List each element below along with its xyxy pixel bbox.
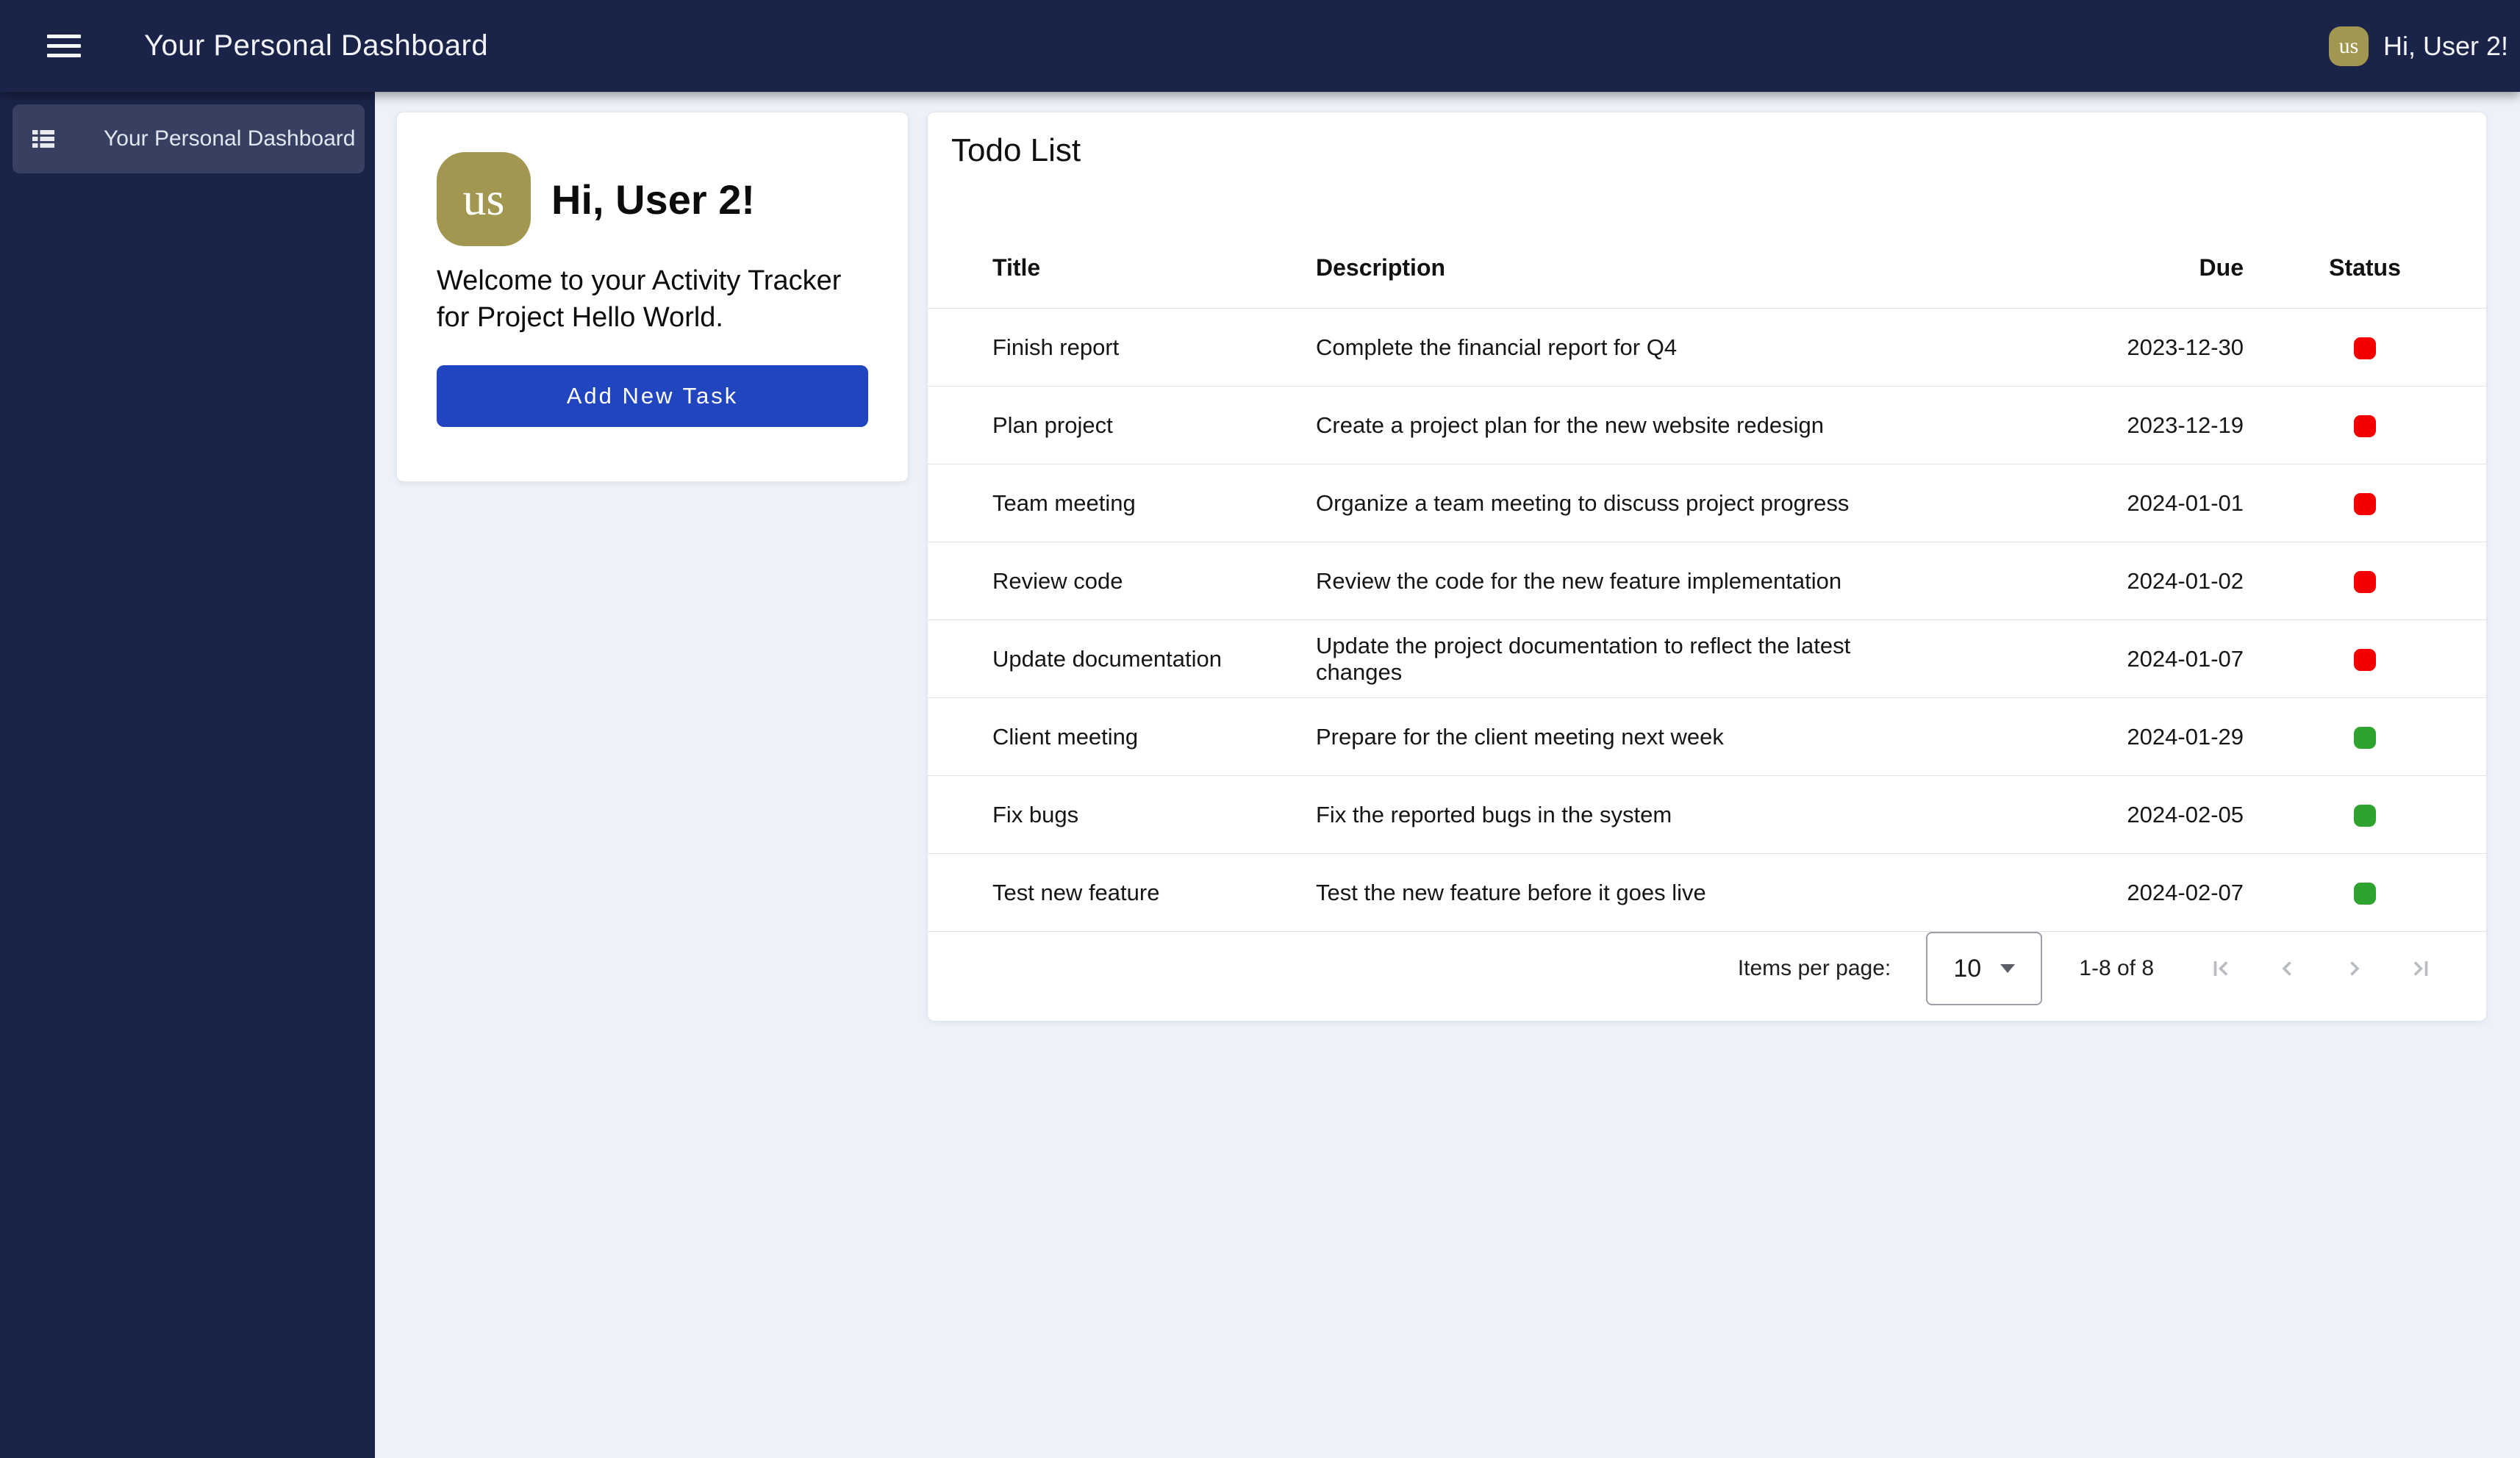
page-title: Your Personal Dashboard bbox=[144, 29, 488, 62]
hamburger-icon bbox=[47, 35, 81, 38]
page-range-label: 1-8 of 8 bbox=[2079, 956, 2154, 981]
welcome-heading: Hi, User 2! bbox=[551, 176, 755, 223]
todo-table: Title Description Due Status Finish repo… bbox=[928, 179, 2486, 932]
status-indicator bbox=[2354, 415, 2376, 437]
last-page-icon bbox=[2408, 956, 2433, 981]
table-row: Client meeting Prepare for the client me… bbox=[928, 698, 2486, 776]
table-row: Plan project Create a project plan for t… bbox=[928, 387, 2486, 464]
topbar: Your Personal Dashboard us Hi, User 2! bbox=[0, 0, 2520, 92]
table-row: Test new feature Test the new feature be… bbox=[928, 854, 2486, 932]
chevron-left-icon bbox=[2275, 956, 2300, 981]
welcome-card: us Hi, User 2! Welcome to your Activity … bbox=[396, 112, 909, 482]
add-new-task-button[interactable]: Add New Task bbox=[437, 365, 868, 427]
last-page-button[interactable] bbox=[2402, 951, 2438, 986]
column-header-description: Description bbox=[1316, 179, 1935, 309]
items-per-page-label: Items per page: bbox=[1738, 956, 1891, 981]
user-avatar-large: us bbox=[437, 152, 531, 246]
column-header-title: Title bbox=[928, 179, 1316, 309]
chevron-right-icon bbox=[2341, 956, 2366, 981]
todo-card: Todo List Title Description Due Status F… bbox=[927, 112, 2487, 1021]
user-avatar: us bbox=[2329, 26, 2369, 66]
triangle-down-icon bbox=[2000, 964, 2015, 973]
table-row: Update documentation Update the project … bbox=[928, 620, 2486, 698]
page-size-select[interactable]: 10 bbox=[1926, 932, 2042, 1005]
todo-list-title: Todo List bbox=[951, 134, 2486, 167]
list-icon bbox=[30, 126, 57, 152]
first-page-icon bbox=[2209, 956, 2234, 981]
welcome-message: Welcome to your Activity Tracker for Pro… bbox=[437, 262, 868, 336]
sidebar: Your Personal Dashboard bbox=[0, 92, 375, 1458]
page-size-value: 10 bbox=[1953, 955, 1981, 983]
column-header-status: Status bbox=[2244, 179, 2486, 309]
previous-page-button[interactable] bbox=[2270, 951, 2305, 986]
main-content: us Hi, User 2! Welcome to your Activity … bbox=[375, 92, 2520, 1458]
todo-table-body: Finish report Complete the financial rep… bbox=[928, 309, 2486, 932]
table-row: Team meeting Organize a team meeting to … bbox=[928, 464, 2486, 542]
table-row: Fix bugs Fix the reported bugs in the sy… bbox=[928, 776, 2486, 854]
status-indicator bbox=[2354, 571, 2376, 593]
sidebar-item-dashboard[interactable]: Your Personal Dashboard bbox=[12, 104, 365, 173]
table-row: Finish report Complete the financial rep… bbox=[928, 309, 2486, 387]
user-greeting: Hi, User 2! bbox=[2383, 31, 2508, 62]
status-indicator bbox=[2354, 883, 2376, 905]
next-page-button[interactable] bbox=[2336, 951, 2372, 986]
first-page-button[interactable] bbox=[2204, 951, 2239, 986]
table-header-row: Title Description Due Status bbox=[928, 179, 2486, 309]
table-row: Review code Review the code for the new … bbox=[928, 542, 2486, 620]
column-header-due: Due bbox=[1935, 179, 2244, 309]
menu-button[interactable] bbox=[47, 29, 82, 64]
status-indicator bbox=[2354, 805, 2376, 827]
status-indicator bbox=[2354, 727, 2376, 749]
sidebar-item-label: Your Personal Dashboard bbox=[104, 126, 355, 151]
paginator: Items per page: 10 1-8 of 8 bbox=[928, 932, 2486, 1005]
status-indicator bbox=[2354, 493, 2376, 515]
status-indicator bbox=[2354, 337, 2376, 359]
status-indicator bbox=[2354, 649, 2376, 671]
